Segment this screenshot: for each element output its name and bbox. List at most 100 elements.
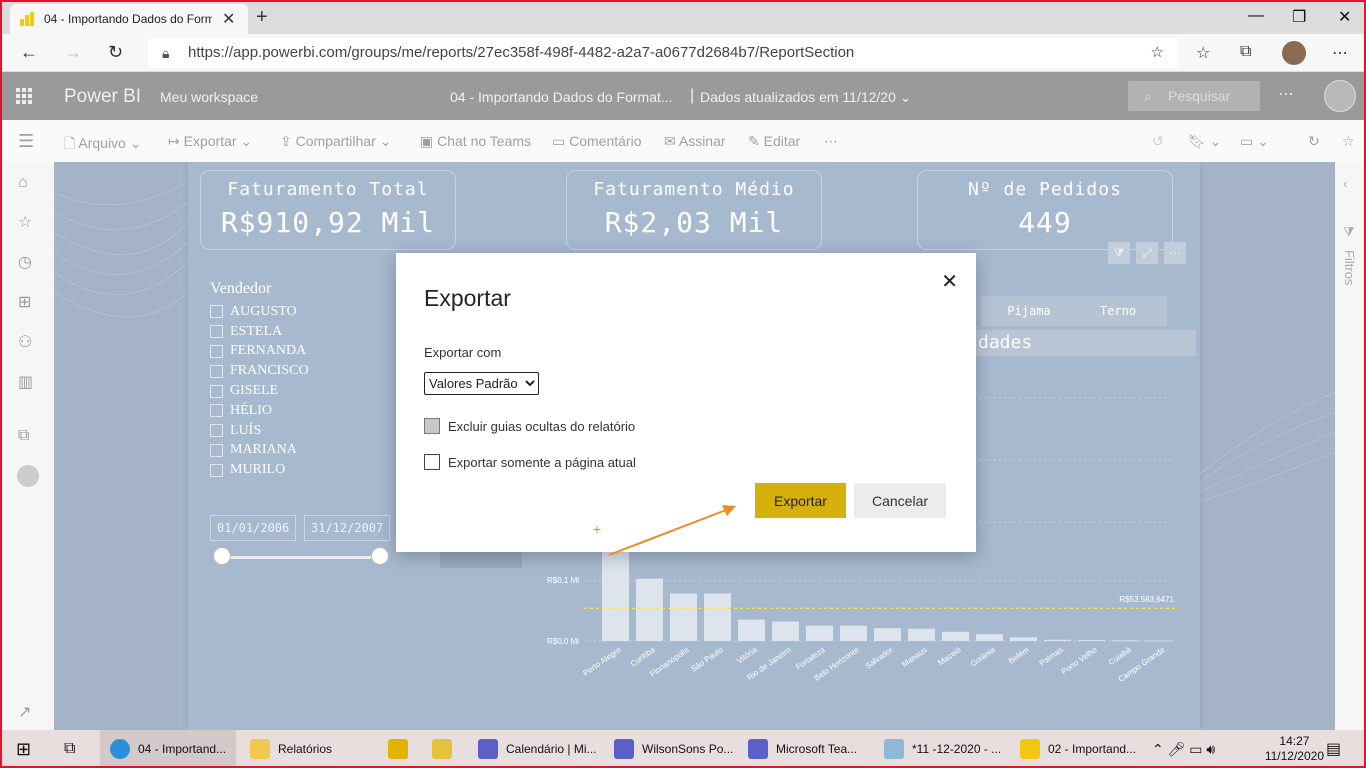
app-launcher-icon[interactable]	[16, 88, 32, 104]
visual-filter-icon[interactable]: ⧩	[1108, 242, 1130, 264]
browser-menu-icon[interactable]: ⋯	[1332, 43, 1348, 63]
expand-nav-icon[interactable]: ↗	[18, 702, 31, 722]
checkbox-box[interactable]	[210, 384, 223, 398]
brand-name[interactable]: Power BI	[64, 86, 141, 108]
more-actions-icon[interactable]: ⋯	[824, 133, 838, 150]
favorites-nav-icon[interactable]: ☆	[18, 212, 32, 232]
close-tab-icon[interactable]: ✕	[222, 9, 235, 29]
back-icon[interactable]: ←	[20, 42, 38, 63]
bar[interactable]	[704, 593, 731, 641]
checkbox-box[interactable]	[210, 344, 223, 358]
recent-icon[interactable]: ◷	[18, 252, 32, 272]
export-button[interactable]: Exportar	[755, 483, 846, 518]
bar[interactable]	[976, 634, 1003, 641]
bar[interactable]	[738, 619, 765, 641]
view-icon[interactable]: ▭ ⌄	[1240, 133, 1269, 150]
checkbox-box[interactable]	[210, 404, 223, 418]
cancel-button[interactable]: Cancelar	[854, 483, 946, 518]
seller-option[interactable]: AUGUSTO	[210, 302, 309, 322]
seller-option[interactable]: ESTELA	[210, 322, 309, 342]
checkbox-box[interactable]	[424, 454, 440, 470]
collections-icon[interactable]: ⧉	[1240, 43, 1251, 61]
learn-icon[interactable]: ▥	[18, 372, 33, 392]
date-start-input[interactable]: 01/01/2006	[210, 515, 296, 541]
user-avatar[interactable]	[1324, 80, 1356, 112]
bar[interactable]	[636, 578, 663, 641]
taskbar-item-edge[interactable]: 04 - Importand...	[100, 730, 236, 766]
visual-more-icon[interactable]: ⋯	[1164, 242, 1186, 264]
taskbar-item-teams[interactable]: Microsoft Tea...	[748, 730, 857, 766]
seller-option[interactable]: FRANCISCO	[210, 361, 309, 381]
report-title[interactable]: 04 - Importando Dados do Format...	[450, 89, 673, 105]
teams-chat-button[interactable]: ▣ Chat no Teams	[420, 133, 531, 150]
profile-avatar[interactable]	[1282, 41, 1306, 65]
export-menu[interactable]: ↦ Exportar ⌄	[168, 133, 252, 150]
filters-pane-collapsed[interactable]: ‹ ⧩ Filtros	[1335, 162, 1364, 730]
close-window-icon[interactable]: ✕	[1338, 7, 1351, 27]
checkbox-box[interactable]	[210, 325, 223, 339]
date-end-input[interactable]: 31/12/2007	[304, 515, 390, 541]
favorite-report-icon[interactable]: ☆	[1342, 133, 1355, 150]
bar[interactable]	[1010, 637, 1037, 641]
date-slider-track[interactable]	[222, 556, 382, 559]
seller-option[interactable]: GISELE	[210, 381, 309, 401]
subscribe-button[interactable]: ✉ Assinar	[664, 133, 726, 150]
bookmark-icon[interactable]: 🔖︎ ⌄	[1188, 133, 1221, 150]
close-dialog-icon[interactable]: ✕	[941, 269, 958, 294]
refresh-visuals-icon[interactable]: ↻	[1308, 133, 1320, 150]
taskbar-item-explorer[interactable]: Relatórios	[250, 730, 332, 766]
taskbar-item-app2[interactable]	[432, 730, 460, 766]
address-bar[interactable]: 🔒︎ https://app.powerbi.com/groups/me/rep…	[148, 38, 1178, 68]
current-page-only-checkbox[interactable]: Exportar somente a página atual	[424, 454, 636, 470]
search-box[interactable]: ⌕ Pesquisar	[1128, 81, 1260, 111]
workspaces-icon[interactable]: ⧉	[18, 427, 29, 445]
taskbar-item-app1[interactable]	[388, 730, 416, 766]
date-slider-start-handle[interactable]	[213, 547, 231, 565]
share-menu[interactable]: ⇪ Compartilhar ⌄	[280, 133, 391, 150]
data-updated[interactable]: Dados atualizados em 11/12/20 ⌄	[700, 89, 912, 106]
checkbox-box[interactable]	[210, 364, 223, 378]
task-view-icon[interactable]: ⧉	[64, 730, 75, 766]
bar[interactable]	[908, 628, 935, 641]
bar[interactable]	[1146, 640, 1173, 642]
more-options-icon[interactable]: ⋯	[1278, 84, 1294, 104]
apps-icon[interactable]: ⊞	[18, 292, 31, 312]
checkbox-box[interactable]	[424, 418, 440, 434]
checkbox-box[interactable]	[210, 305, 223, 319]
bar[interactable]	[840, 625, 867, 641]
product-button-pijama[interactable]: Pijama	[981, 296, 1077, 326]
favorite-star-icon[interactable]: ☆	[1151, 38, 1164, 68]
bar[interactable]	[1044, 639, 1071, 641]
restore-icon[interactable]: ❐	[1292, 7, 1306, 27]
reset-icon[interactable]: ↺	[1152, 133, 1164, 150]
home-icon[interactable]: ⌂	[18, 174, 28, 192]
checkbox-box[interactable]	[210, 443, 223, 457]
notifications-icon[interactable]: ▤	[1326, 730, 1341, 766]
checkbox-box[interactable]	[210, 463, 223, 477]
edit-button[interactable]: ✎ Editar	[748, 133, 800, 150]
refresh-icon[interactable]: ↻	[108, 42, 123, 63]
my-workspace-icon[interactable]	[17, 465, 39, 487]
file-menu[interactable]: 🗋︎ Arquivo ⌄	[64, 133, 141, 157]
bar[interactable]	[1078, 640, 1105, 641]
export-with-select[interactable]: Valores Padrão	[424, 372, 539, 395]
seller-option[interactable]: LUÍS	[210, 421, 309, 441]
seller-option[interactable]: MURILO	[210, 460, 309, 480]
seller-option[interactable]: HÉLIO	[210, 401, 309, 421]
taskbar-item-notepad[interactable]: *11 -12-2020 - ...	[884, 730, 1001, 766]
bar[interactable]	[772, 621, 799, 641]
taskbar-clock[interactable]: 14:27 11/12/2020	[1265, 734, 1324, 764]
product-button-terno[interactable]: Terno	[1069, 296, 1167, 326]
focus-mode-icon[interactable]: ⤢	[1136, 242, 1158, 264]
checkbox-box[interactable]	[210, 424, 223, 438]
minimize-icon[interactable]: —	[1248, 7, 1264, 25]
bar[interactable]	[874, 628, 901, 641]
browser-tab-active[interactable]: 04 - Importando Dados do Forma ✕	[10, 4, 248, 34]
chevron-left-icon[interactable]: ‹	[1343, 176, 1347, 191]
favorites-icon[interactable]: ☆	[1196, 43, 1210, 63]
workspace-link[interactable]: Meu workspace	[160, 89, 258, 105]
tray-icons[interactable]: ⌃ 🎤︎ ▭ 🔊︎	[1152, 730, 1215, 766]
seller-option[interactable]: MARIANA	[210, 441, 309, 461]
hamburger-icon[interactable]: ☰	[18, 131, 34, 152]
taskbar-item-powerbi[interactable]: 02 - Importand...	[1020, 730, 1136, 766]
